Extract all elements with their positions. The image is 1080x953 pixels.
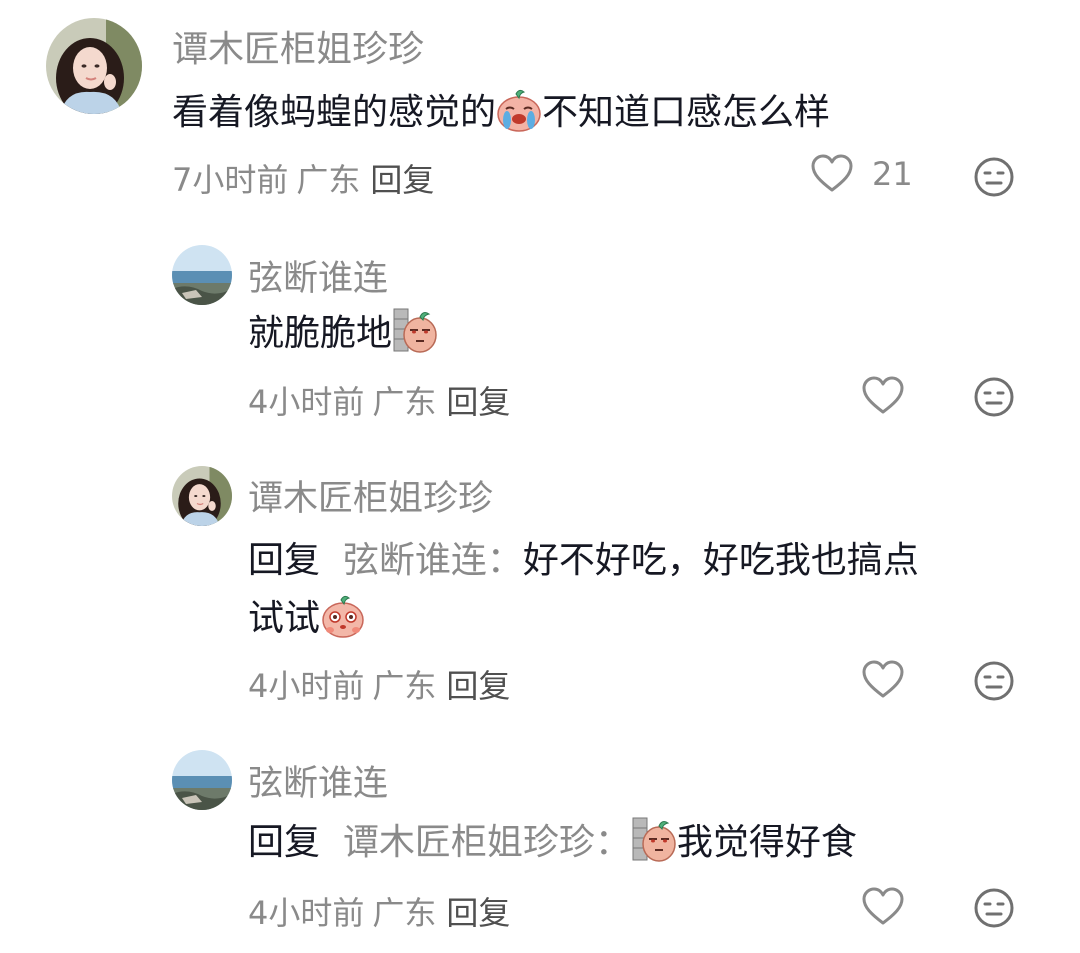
comment-text-part: 看着像蚂蝗的感觉的 [172, 92, 497, 133]
reply-prefix: 回复 [248, 540, 321, 581]
heart-outline-icon [862, 660, 904, 698]
comment-text-part: 试试 [248, 598, 321, 639]
comment-text-part: 不知道口感怎么样 [542, 92, 831, 133]
heart-outline-icon [862, 376, 904, 414]
dislike-button[interactable] [973, 156, 1015, 198]
reply-button[interactable]: 回复 [370, 161, 434, 199]
comment-meta: 4小时前 广东 回复 [248, 888, 510, 934]
neutral-face-icon [974, 888, 1014, 928]
sea-landscape-avatar [172, 750, 232, 810]
comment-text: 就脆脆地 [248, 305, 438, 363]
comment-text-part: 好不好吃，好吃我也搞点 [522, 540, 919, 581]
avatar[interactable] [172, 245, 232, 305]
like-count: 21 [872, 155, 913, 193]
reply-prefix: 回复 [248, 822, 321, 863]
like-button[interactable] [861, 376, 905, 416]
heart-outline-icon [862, 887, 904, 925]
avatar[interactable] [46, 18, 142, 114]
comment-time: 7小时前 [172, 161, 289, 199]
comment-time: 4小时前 [248, 894, 365, 932]
comment-author[interactable]: 弦断谁连 [248, 755, 388, 806]
dislike-button[interactable] [973, 376, 1015, 418]
peeking-wall-potato-sticker [631, 814, 677, 862]
dislike-button[interactable] [973, 887, 1015, 929]
comment-author[interactable]: 谭木匠柜姐珍珍 [248, 470, 493, 521]
reply-button[interactable]: 回复 [446, 667, 510, 705]
avatar[interactable] [172, 466, 232, 526]
comment-text: 回复 弦断谁连：好不好吃，好吃我也搞点试试 [248, 532, 1048, 648]
reply-button[interactable]: 回复 [446, 894, 510, 932]
peeking-wall-potato-sticker [392, 305, 438, 353]
neutral-face-icon [974, 377, 1014, 417]
neutral-face-icon [974, 661, 1014, 701]
like-button[interactable] [861, 887, 905, 927]
comment-author[interactable]: 谭木匠柜姐珍珍 [172, 20, 424, 72]
comment-text: 看着像蚂蝗的感觉的 不知道口感怎么样 [172, 84, 830, 142]
comment-location: 广东 [372, 383, 437, 421]
woman-portrait-avatar [46, 18, 142, 114]
comment-meta: 7小时前 广东 回复 [172, 155, 434, 201]
comment-time: 4小时前 [248, 667, 365, 705]
comment-text: 回复 谭木匠柜姐珍珍： 我觉得好食 [248, 814, 857, 872]
comment-meta: 4小时前 广东 回复 [248, 661, 510, 707]
reply-mention[interactable]: 谭木匠柜姐珍珍： [343, 822, 631, 863]
reply-button[interactable]: 回复 [446, 383, 510, 421]
dislike-button[interactable] [973, 660, 1015, 702]
comment-meta: 4小时前 广东 回复 [248, 377, 510, 423]
woman-portrait-avatar [172, 466, 232, 526]
comment-time: 4小时前 [248, 383, 365, 421]
like-button[interactable] [861, 660, 905, 700]
comment-location: 广东 [372, 894, 437, 932]
heart-outline-icon [811, 154, 853, 192]
crying-potato-sticker [496, 84, 542, 132]
neutral-face-icon [974, 157, 1014, 197]
comment-text-part: 就脆脆地 [248, 313, 393, 354]
avatar[interactable] [172, 750, 232, 810]
comment-text-part: 我觉得好食 [676, 822, 857, 863]
comment-location: 广东 [372, 667, 437, 705]
comment-location: 广东 [296, 161, 361, 199]
curious-potato-sticker [320, 590, 366, 638]
like-button[interactable]: 21 [810, 154, 913, 194]
sea-landscape-avatar [172, 245, 232, 305]
comment-author[interactable]: 弦断谁连 [248, 250, 388, 301]
reply-mention[interactable]: 弦断谁连： [343, 540, 523, 581]
